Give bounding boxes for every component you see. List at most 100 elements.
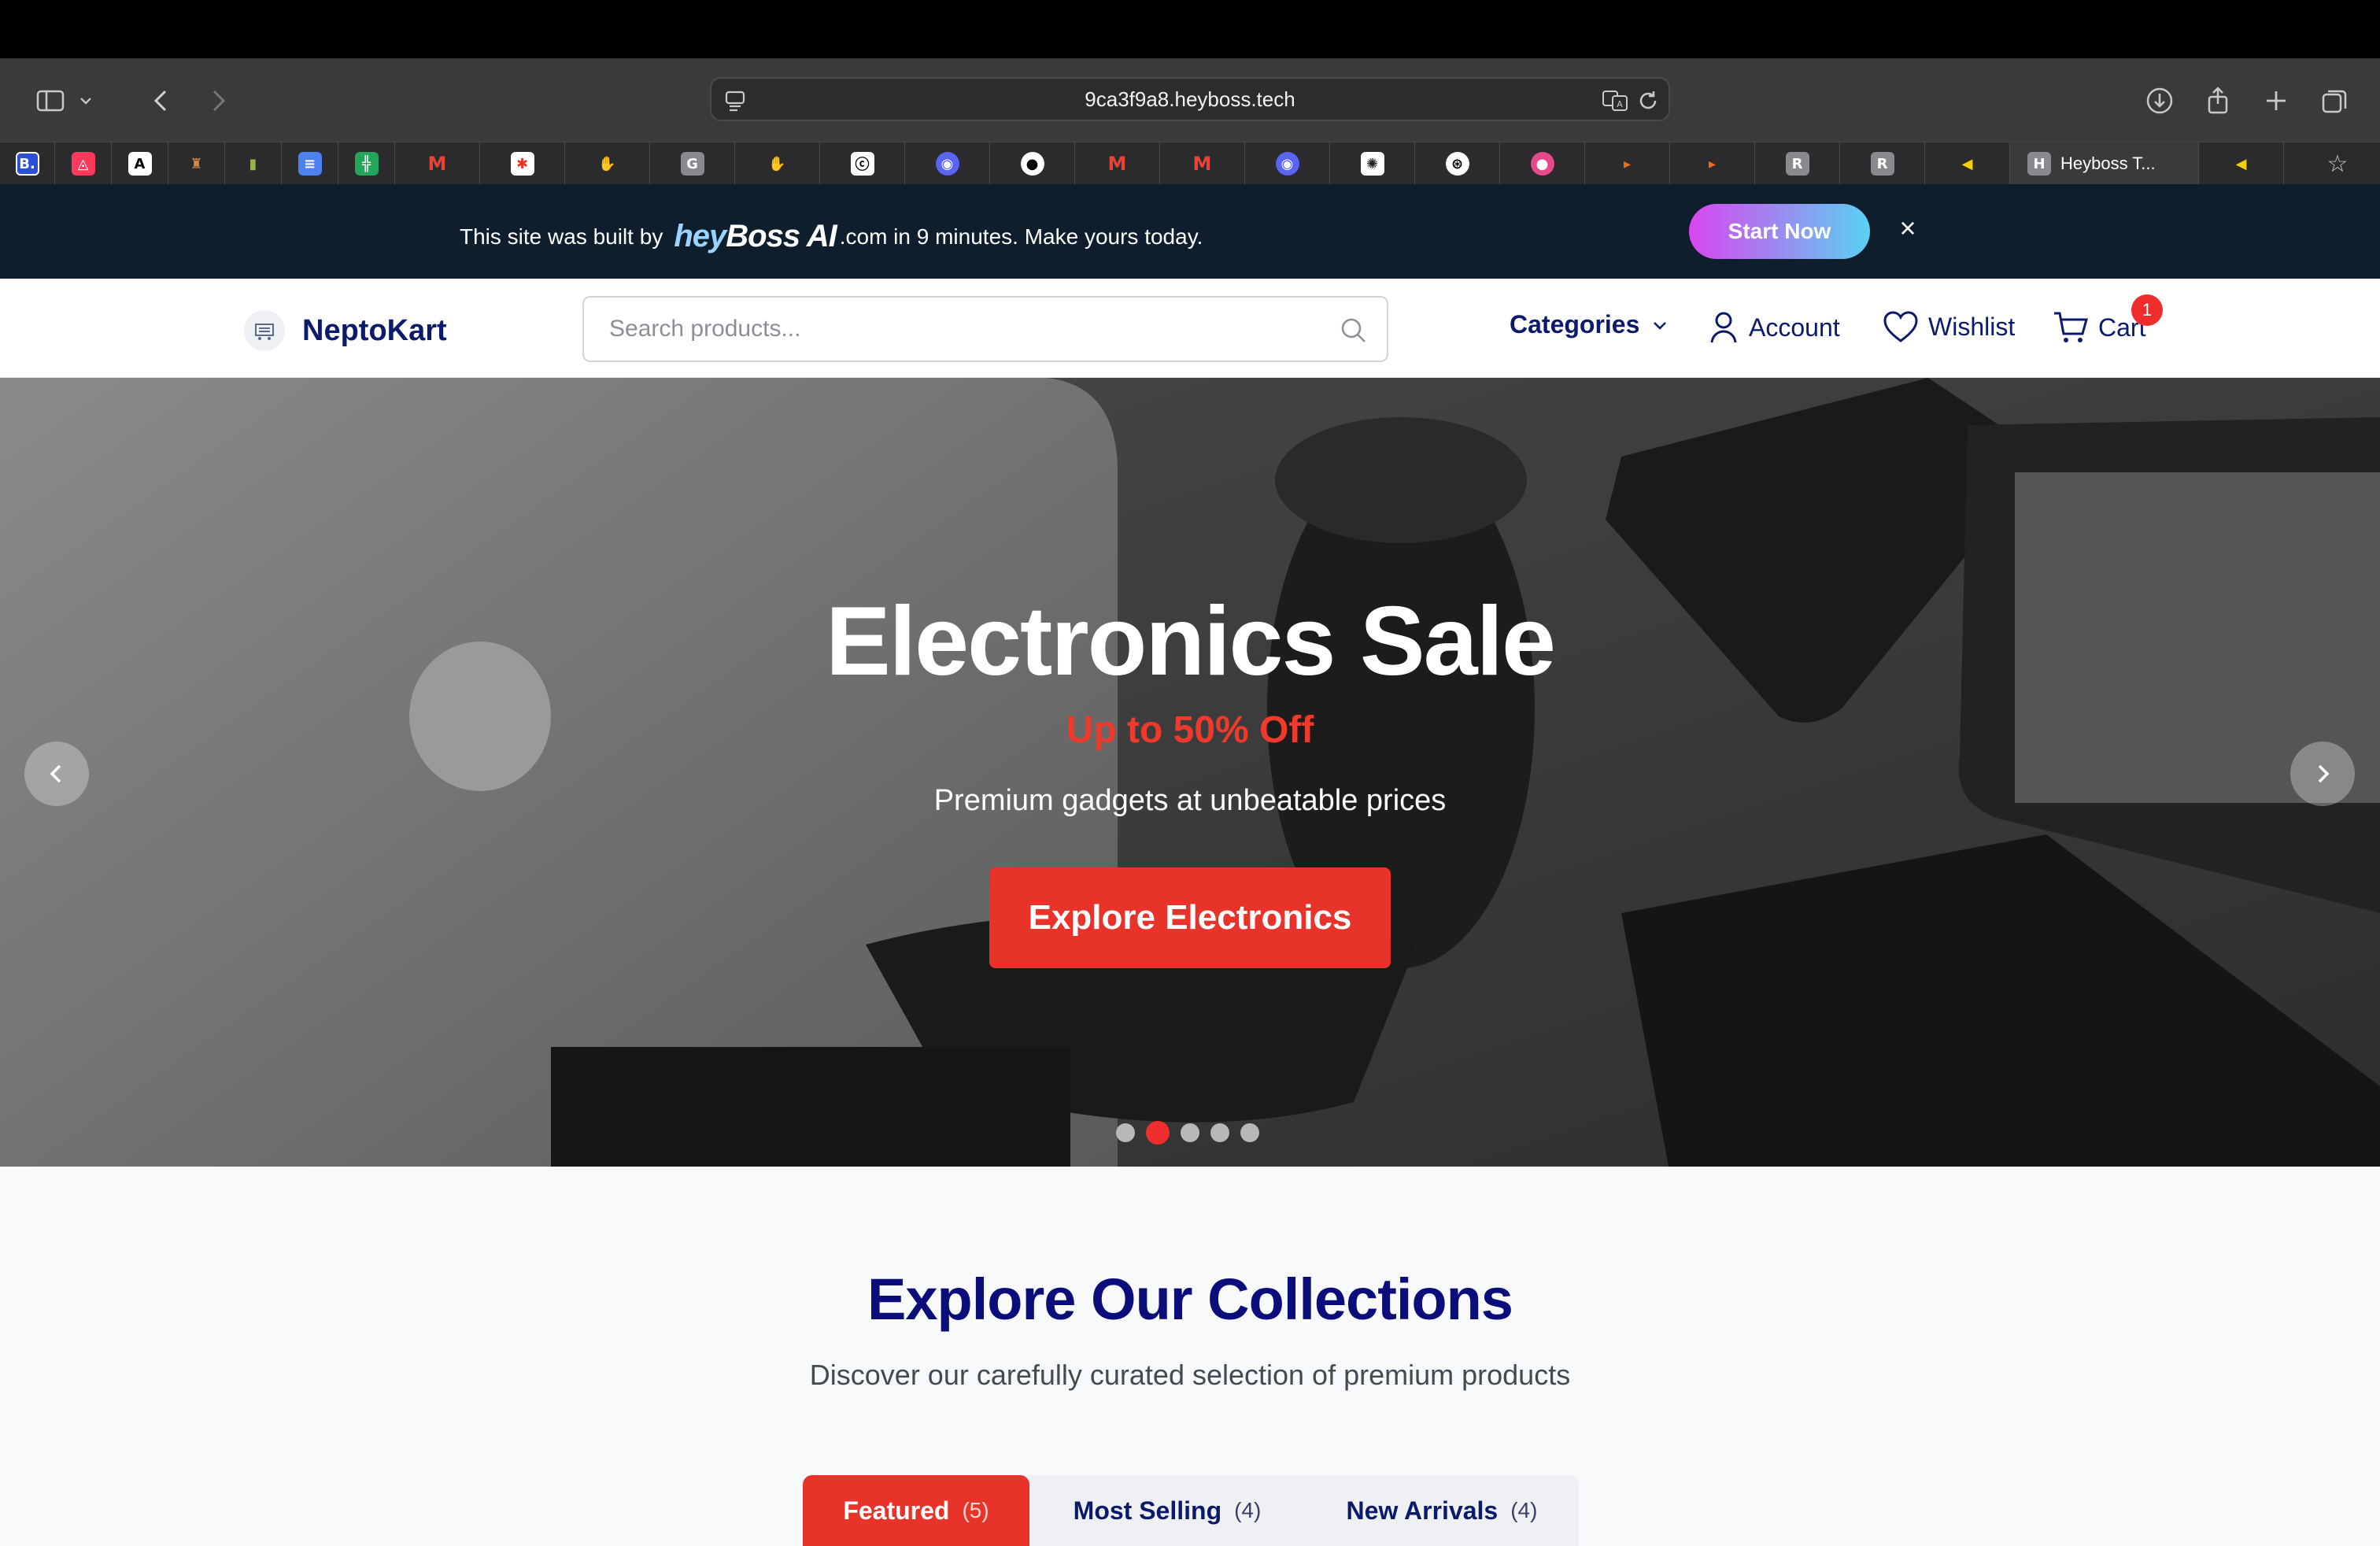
new-tab-icon[interactable] xyxy=(2256,80,2297,121)
tab-favicon[interactable]: ◬ xyxy=(55,142,112,185)
carousel-dots xyxy=(1116,1121,1259,1145)
page-settings-icon[interactable] xyxy=(722,88,748,113)
start-now-button[interactable]: Start Now xyxy=(1689,204,1870,259)
downloads-icon[interactable] xyxy=(2139,80,2180,121)
collections-section: Explore Our Collections Discover our car… xyxy=(0,1167,2380,1546)
forward-icon[interactable] xyxy=(197,80,238,121)
sparkle-icon: ✱ xyxy=(510,152,534,176)
cart-logo-icon xyxy=(244,310,285,351)
tab-favicon[interactable]: ⓒ xyxy=(820,142,905,185)
tab-favicon[interactable]: ▸ xyxy=(1585,142,1670,185)
bookmark-star-icon[interactable]: ☆ xyxy=(2295,142,2380,185)
letter-g-icon: G xyxy=(680,152,704,176)
brand-hey: hey xyxy=(674,219,726,253)
logo-text: NeptoKart xyxy=(302,313,447,347)
tab-favicon[interactable]: ▮ xyxy=(225,142,282,185)
close-icon[interactable]: × xyxy=(1892,212,1924,244)
tab-active[interactable]: H Heyboss T... xyxy=(2010,142,2199,185)
tab-favicon[interactable]: ⊛ xyxy=(1415,142,1500,185)
heart-icon xyxy=(1883,311,1918,342)
tab-favicon[interactable]: ≡ xyxy=(282,142,338,185)
translate-icon[interactable]: A xyxy=(1601,88,1629,113)
categories-menu[interactable]: Categories xyxy=(1510,310,1671,339)
letter-r-icon: R xyxy=(1870,152,1894,176)
heyboss-icon: ◀ xyxy=(2235,155,2247,172)
tab-favicon[interactable]: A xyxy=(112,142,168,185)
chevron-left-icon xyxy=(50,764,61,783)
brand-ai: AI xyxy=(806,219,837,253)
tab-favicon[interactable]: ✋ xyxy=(735,142,820,185)
chevron-right-icon xyxy=(2318,764,2330,783)
brand-boss: Boss xyxy=(726,219,800,253)
search-icon[interactable] xyxy=(1338,315,1369,346)
tab-favicon[interactable]: G xyxy=(650,142,735,185)
user-icon xyxy=(1710,312,1737,343)
hero-subtitle: Up to 50% Off xyxy=(1066,709,1314,751)
tab-favicon[interactable]: B. xyxy=(0,142,55,185)
carousel-prev-button[interactable] xyxy=(24,742,89,806)
account-link[interactable]: Account xyxy=(1708,310,1840,345)
tab-favicon[interactable]: ◉ xyxy=(905,142,990,185)
tab-featured[interactable]: Featured (5) xyxy=(803,1475,1029,1546)
search-input[interactable]: Search products... xyxy=(582,296,1388,362)
reload-icon[interactable] xyxy=(1635,88,1661,113)
cart-link[interactable]: Cart 1 xyxy=(2053,294,2163,345)
hero-title: Electronics Sale xyxy=(825,587,1556,696)
site-logo[interactable]: NeptoKart xyxy=(244,310,447,351)
gmail-icon: M xyxy=(427,153,447,175)
tab-favicon[interactable]: M xyxy=(1075,142,1160,185)
tab-favicon[interactable]: M xyxy=(1160,142,1245,185)
collections-subtitle: Discover our carefully curated selection… xyxy=(809,1359,1571,1391)
brain-icon: ✺ xyxy=(1360,152,1384,176)
tab-label: Most Selling xyxy=(1073,1496,1222,1525)
tab-new-arrivals[interactable]: New Arrivals (4) xyxy=(1305,1475,1579,1546)
orange-app-icon: ▸ xyxy=(1708,155,1717,172)
tab-favicon[interactable]: ● xyxy=(990,142,1075,185)
tab-favicon[interactable]: ◀ xyxy=(1925,142,2010,185)
letter-a-icon: A xyxy=(128,152,152,176)
tab-favicon[interactable]: ✺ xyxy=(1330,142,1415,185)
tab-favicon[interactable]: R xyxy=(1755,142,1840,185)
promo-prefix: This site was built by xyxy=(460,224,663,249)
hand-icon: ✋ xyxy=(768,155,786,172)
tab-favicon[interactable]: ╬ xyxy=(338,142,395,185)
carousel-next-button[interactable] xyxy=(2290,742,2355,806)
tab-favicon[interactable]: M xyxy=(395,142,480,185)
tab-favicon[interactable]: R xyxy=(1840,142,1925,185)
carousel-dot-active[interactable] xyxy=(1146,1121,1170,1145)
tab-count: (4) xyxy=(1510,1498,1538,1522)
tab-favicon[interactable]: ◉ xyxy=(1245,142,1330,185)
tab-favicon[interactable]: ◀ xyxy=(2199,142,2284,185)
search-placeholder: Search products... xyxy=(609,316,801,342)
letter-r-icon: R xyxy=(1785,152,1809,176)
back-icon[interactable] xyxy=(142,80,183,121)
carousel-dot[interactable] xyxy=(1240,1123,1259,1142)
tab-most-selling[interactable]: Most Selling (4) xyxy=(1029,1475,1305,1546)
heyboss-logo[interactable]: heyBoss AI xyxy=(674,219,837,254)
address-bar[interactable]: 9ca3f9a8.heyboss.tech A xyxy=(710,77,1670,121)
promo-suffix: .com in 9 minutes. Make yours today. xyxy=(839,224,1203,249)
share-icon[interactable] xyxy=(2197,80,2238,121)
heyboss-icon: ◀ xyxy=(1961,155,1973,172)
wishlist-link[interactable]: Wishlist xyxy=(1883,310,2015,343)
tab-favicon[interactable]: ▸ xyxy=(1670,142,1755,185)
tab-favicon[interactable]: ✋ xyxy=(565,142,650,185)
tab-label: Featured xyxy=(843,1496,950,1525)
sidebar-toggle-icon[interactable] xyxy=(28,80,72,121)
carousel-dot[interactable] xyxy=(1181,1123,1199,1142)
svg-text:A: A xyxy=(1617,99,1623,109)
hero-carousel: Electronics Sale Up to 50% Off Premium g… xyxy=(0,378,2380,1167)
tab-favicon[interactable]: ✱ xyxy=(480,142,565,185)
cart-icon xyxy=(2054,312,2088,342)
carousel-dot[interactable] xyxy=(1210,1123,1229,1142)
chevron-down-icon xyxy=(1654,321,1667,330)
openai-icon: ⊛ xyxy=(1445,152,1469,176)
tab-favicon[interactable]: ♜ xyxy=(168,142,225,185)
explore-electronics-button[interactable]: Explore Electronics xyxy=(989,867,1391,968)
sidebar-menu-chevron-icon[interactable] xyxy=(74,80,98,121)
carousel-dot[interactable] xyxy=(1116,1123,1135,1142)
tab-favicon[interactable]: ● xyxy=(1500,142,1585,185)
copilot-icon: ⓒ xyxy=(850,152,874,176)
categories-label: Categories xyxy=(1510,310,1640,338)
tab-overview-icon[interactable] xyxy=(2314,80,2355,121)
